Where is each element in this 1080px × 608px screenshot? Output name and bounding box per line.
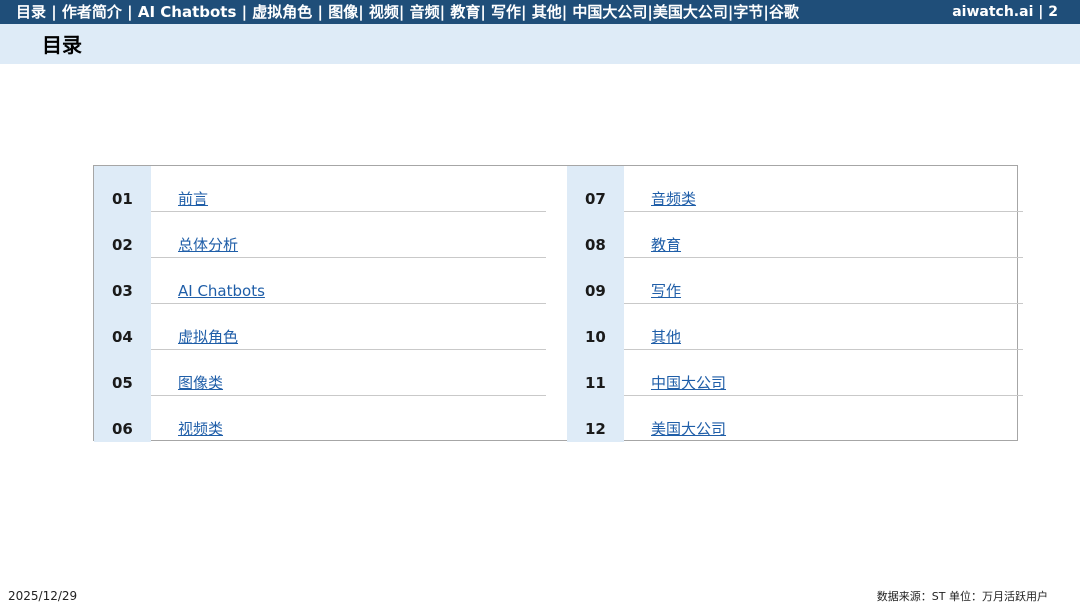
toc-row: 10 其他 xyxy=(567,304,1023,350)
toc-link-other[interactable]: 其他 xyxy=(651,328,681,346)
toc-row: 07 音频类 xyxy=(567,166,1023,212)
toc-number: 03 xyxy=(112,282,133,300)
toc-row: 01 前言 xyxy=(94,166,546,212)
toc-number: 01 xyxy=(112,190,133,208)
toc-right-column: 07 音频类 08 教育 09 写作 10 其他 11 中国大公司 12 美国大… xyxy=(567,166,1023,442)
toc-link-china-big-companies[interactable]: 中国大公司 xyxy=(651,374,726,392)
toc-link-image[interactable]: 图像类 xyxy=(178,374,223,392)
brand-and-page-number: aiwatch.ai | 2 xyxy=(952,3,1058,21)
toc-link-video[interactable]: 视频类 xyxy=(178,420,223,438)
toc-link-ai-chatbots[interactable]: AI Chatbots xyxy=(178,282,265,300)
toc-number: 08 xyxy=(585,236,606,254)
toc-number: 07 xyxy=(585,190,606,208)
toc-link-audio[interactable]: 音频类 xyxy=(651,190,696,208)
page-number: 2 xyxy=(1048,4,1058,20)
toc-number: 11 xyxy=(585,374,606,392)
toc-link-overall-analysis[interactable]: 总体分析 xyxy=(178,236,238,254)
toc-row: 08 教育 xyxy=(567,212,1023,258)
toc-row: 05 图像类 xyxy=(94,350,546,396)
toc-left-column: 01 前言 02 总体分析 03 AI Chatbots 04 虚拟角色 05 … xyxy=(94,166,546,442)
toc-number: 10 xyxy=(585,328,606,346)
footer-data-source: 数据来源：ST 单位：万月活跃用户 xyxy=(876,590,1048,603)
top-nav-links[interactable]: 目录 | 作者简介 | AI Chatbots | 虚拟角色 | 图像| 视频|… xyxy=(16,3,799,21)
page-title: 目录 xyxy=(42,33,82,57)
toc-link-us-big-companies[interactable]: 美国大公司 xyxy=(651,420,726,438)
toc-link-education[interactable]: 教育 xyxy=(651,236,681,254)
toc-row: 11 中国大公司 xyxy=(567,350,1023,396)
footer-date: 2025/12/29 xyxy=(8,589,78,603)
separator: | xyxy=(1038,4,1049,20)
toc-row: 09 写作 xyxy=(567,258,1023,304)
toc-number: 12 xyxy=(585,420,606,438)
toc-number: 09 xyxy=(585,282,606,300)
toc-number: 02 xyxy=(112,236,133,254)
toc-number: 05 xyxy=(112,374,133,392)
toc-row: 02 总体分析 xyxy=(94,212,546,258)
brand-name: aiwatch.ai xyxy=(952,4,1034,20)
toc-link-writing[interactable]: 写作 xyxy=(651,282,681,300)
toc-link-preface[interactable]: 前言 xyxy=(178,190,208,208)
toc-number: 04 xyxy=(112,328,133,346)
toc-link-virtual-characters[interactable]: 虚拟角色 xyxy=(178,328,238,346)
table-of-contents: 01 前言 02 总体分析 03 AI Chatbots 04 虚拟角色 05 … xyxy=(93,165,1023,442)
toc-number: 06 xyxy=(112,420,133,438)
toc-row: 12 美国大公司 xyxy=(567,396,1019,442)
toc-row: 03 AI Chatbots xyxy=(94,258,546,304)
toc-row: 06 视频类 xyxy=(94,396,546,442)
top-navigation-bar: 目录 | 作者简介 | AI Chatbots | 虚拟角色 | 图像| 视频|… xyxy=(0,0,1080,24)
title-bar: 目录 xyxy=(0,24,1080,64)
toc-row: 04 虚拟角色 xyxy=(94,304,546,350)
